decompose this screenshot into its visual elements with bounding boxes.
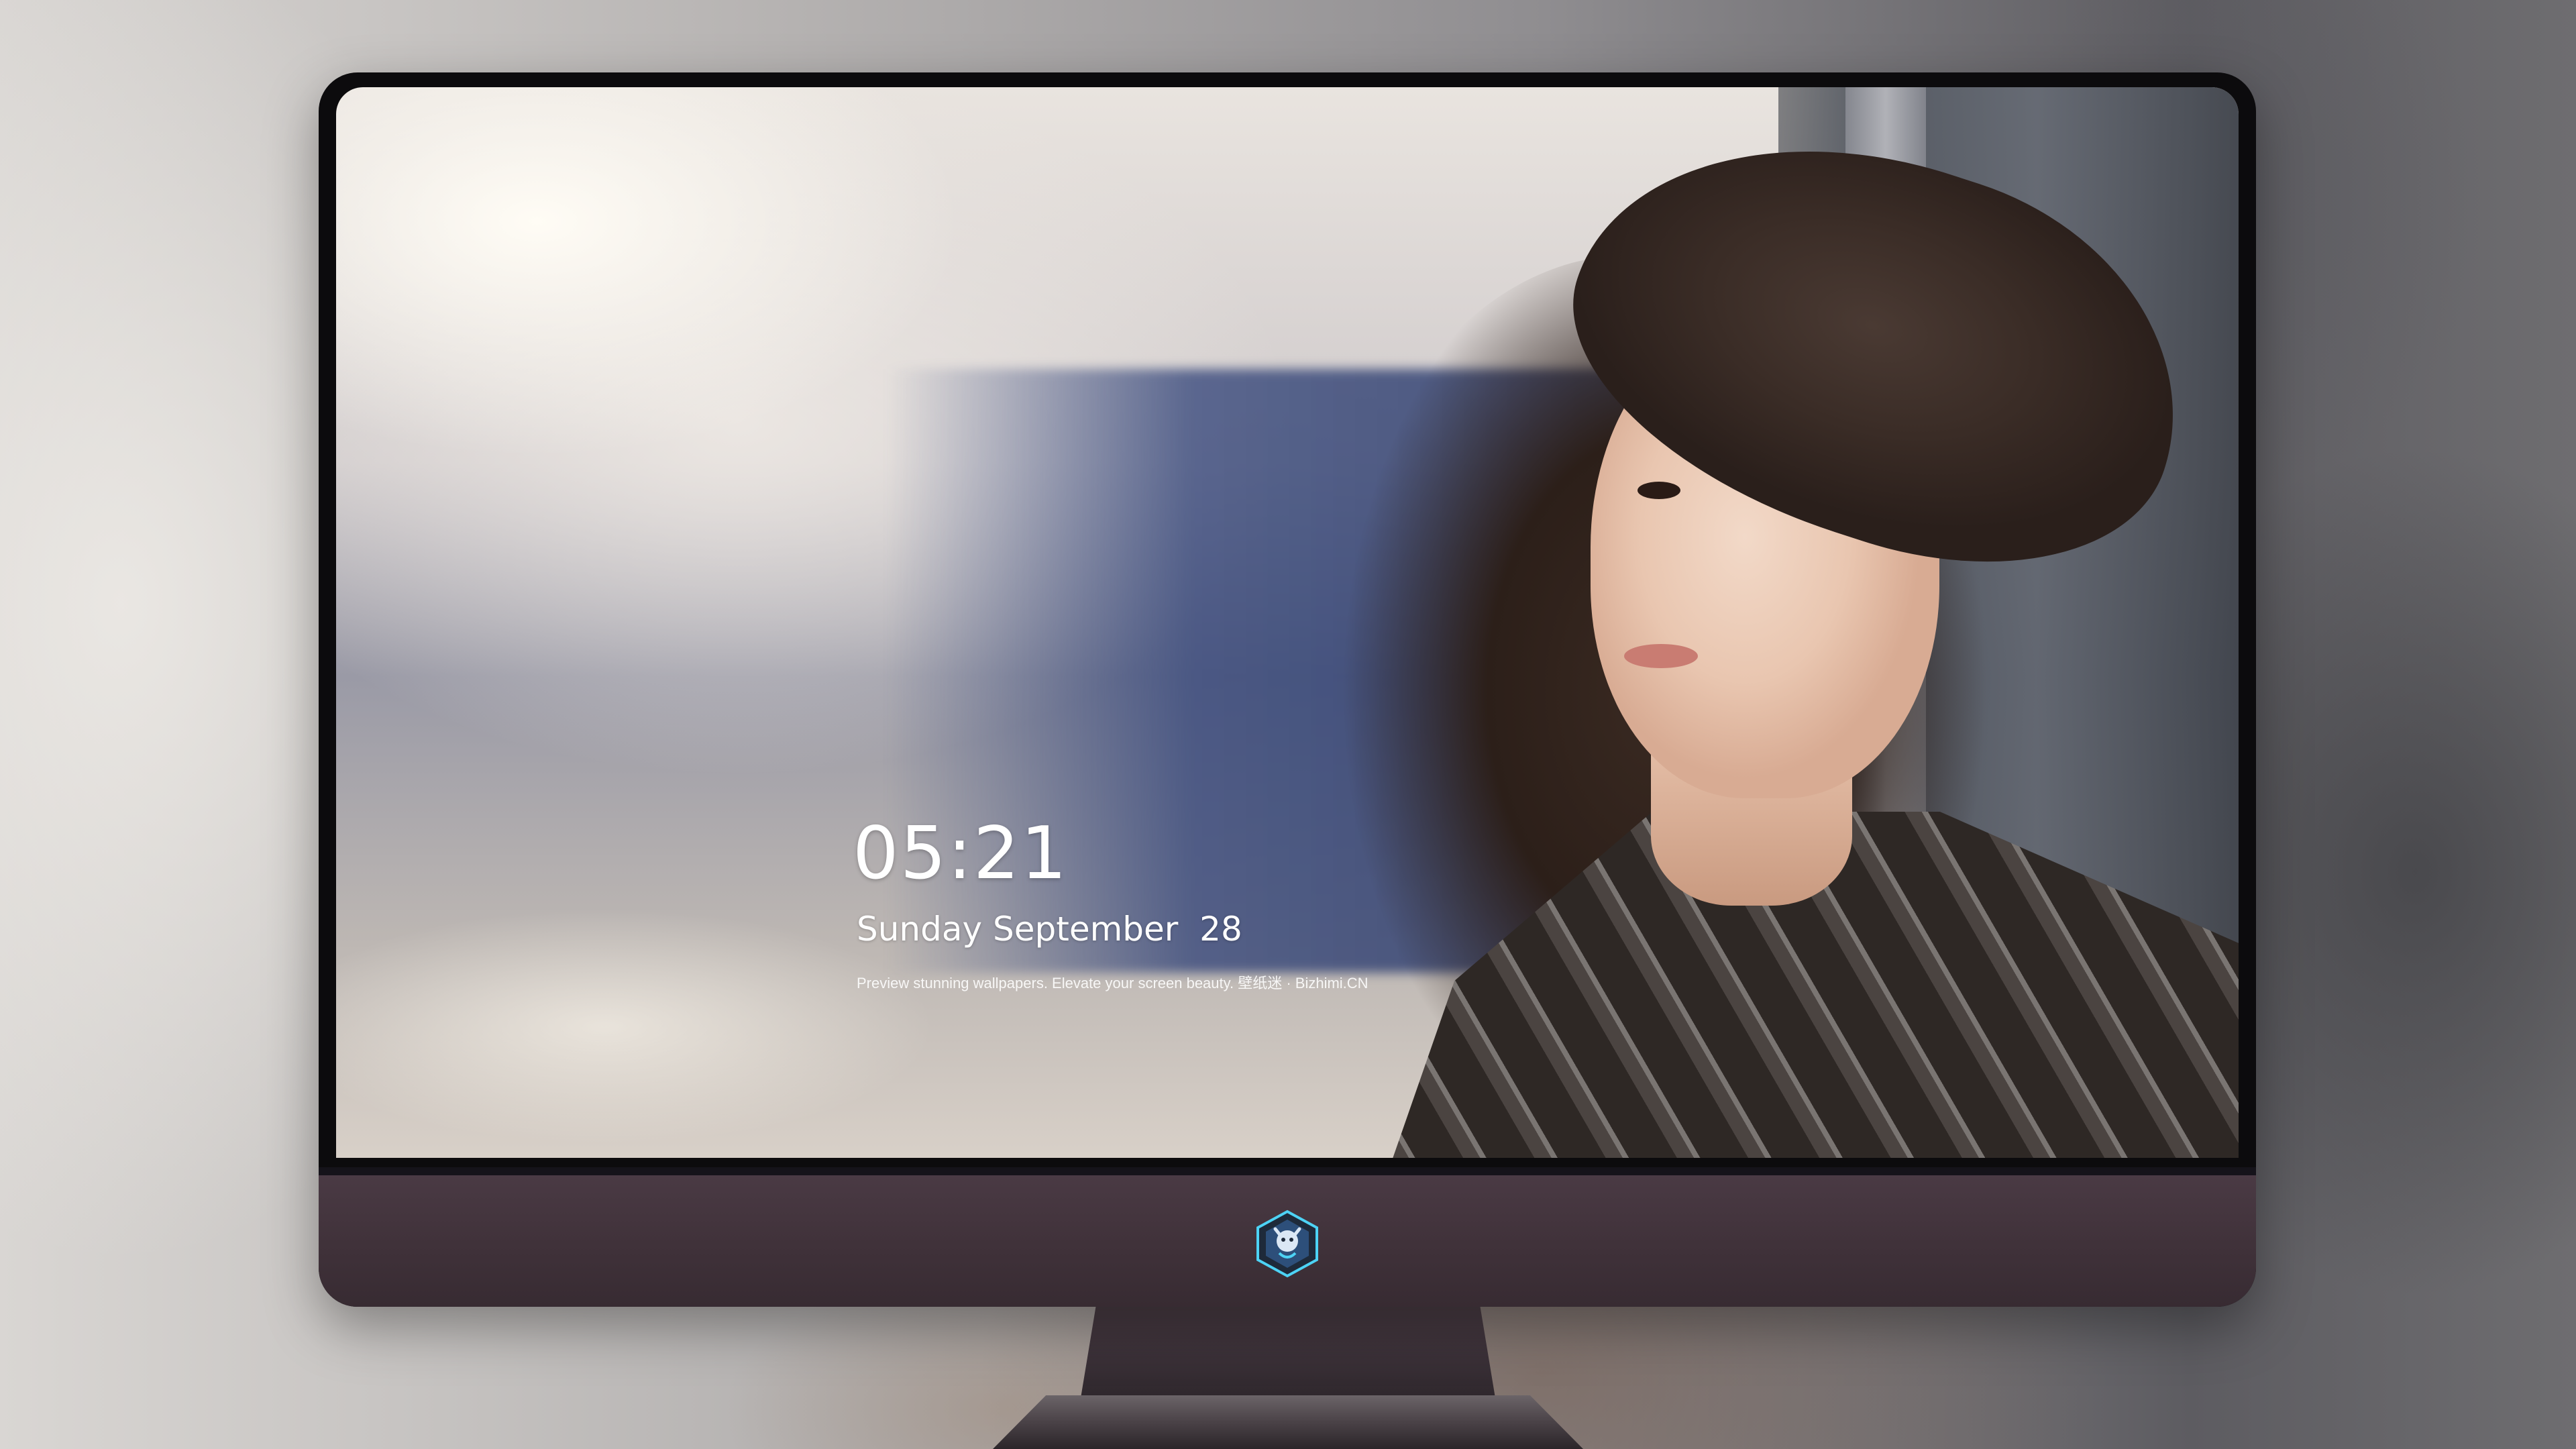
monitor: 05:21 Sunday September 28 Preview stunni… [319,72,2256,1307]
lock-screen-time: 05:21 [853,812,1069,896]
monitor-stand-neck [1080,1301,1496,1402]
brand-logo [1256,1210,1318,1278]
lock-screen-tagline: Preview stunning wallpapers. Elevate you… [857,975,1368,991]
lock-screen[interactable]: 05:21 Sunday September 28 Preview stunni… [336,87,2239,1158]
wallpaper-eye-left [1638,482,1680,499]
monitor-stand-base [993,1395,1583,1449]
background-scene: 05:21 Sunday September 28 Preview stunni… [0,0,2576,1449]
monitor-chin [319,1167,2256,1307]
lock-screen-date: Sunday September 28 [857,910,1242,949]
wallpaper-lips [1624,644,1698,668]
